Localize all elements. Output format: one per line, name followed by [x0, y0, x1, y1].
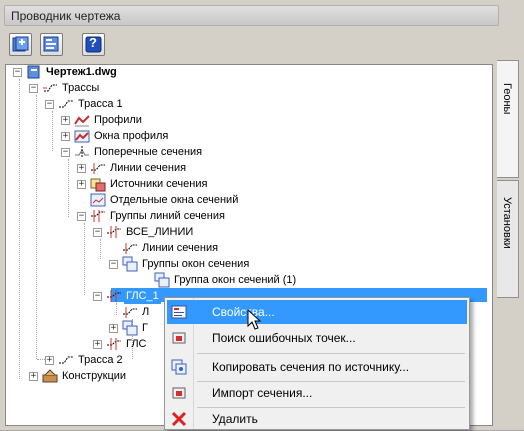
- sample-line-groups-icon: [91, 210, 105, 222]
- menu-item-find-errors[interactable]: Поиск ошибочных точек...: [167, 326, 467, 350]
- drawing-explorer-panel: Проводник чертежа ? − Чертеж1.dwg − Трас…: [0, 0, 524, 430]
- profiles-icon: [74, 115, 90, 127]
- menu-item-import-section[interactable]: Импорт сечения...: [167, 381, 467, 405]
- expand-toggle[interactable]: +: [29, 372, 38, 381]
- new-drawing-icon: [12, 36, 29, 52]
- side-tabs: Геоны Установки: [497, 30, 524, 430]
- expand-toggle[interactable]: +: [61, 116, 70, 125]
- expand-toggle[interactable]: +: [61, 132, 70, 141]
- collapse-toggle[interactable]: −: [93, 292, 102, 301]
- panel-titlebar: Проводник чертежа: [4, 5, 499, 26]
- context-menu: Свойства... Поиск ошибочных точек... Коп…: [164, 297, 470, 430]
- tab-settings[interactable]: Установки: [497, 180, 519, 298]
- sample-lines-icon: [123, 307, 137, 318]
- profile-views-icon: [74, 130, 90, 143]
- find-errors-icon: [172, 332, 186, 344]
- menu-item-copy-sections[interactable]: Копировать сечения по источнику...: [167, 355, 467, 379]
- collapse-toggle[interactable]: −: [109, 260, 118, 269]
- sample-line-group-icon: [107, 226, 121, 238]
- section-view-group-icon: [154, 272, 170, 288]
- sample-lines-icon: [91, 163, 105, 174]
- import-section-icon: [172, 387, 186, 399]
- help-button[interactable]: ?: [82, 33, 105, 56]
- section-view-groups-icon: [122, 320, 138, 336]
- expand-toggle[interactable]: +: [77, 180, 86, 189]
- panel-title: Проводник чертежа: [11, 9, 121, 23]
- expand-toggle[interactable]: +: [93, 340, 102, 349]
- expand-toggle[interactable]: +: [77, 164, 86, 173]
- expand-toggle[interactable]: +: [45, 356, 54, 365]
- sample-lines-icon: [123, 243, 137, 254]
- alignment-icon: [59, 100, 73, 108]
- new-drawing-button[interactable]: [9, 33, 32, 56]
- section-views-icon: [90, 193, 106, 207]
- section-sources-icon: [90, 178, 106, 192]
- alignments-icon: [43, 84, 57, 92]
- tab-geons[interactable]: Геоны: [497, 60, 519, 178]
- toolbar: ?: [4, 30, 497, 60]
- sample-line-group-icon: [107, 338, 121, 350]
- properties-icon: [171, 305, 187, 319]
- copy-sections-icon: [171, 359, 187, 375]
- cross-sections-icon: [75, 146, 89, 158]
- collapse-toggle[interactable]: −: [13, 68, 22, 77]
- collapse-toggle[interactable]: −: [29, 84, 38, 93]
- menu-item-properties[interactable]: Свойства...: [167, 300, 467, 324]
- structures-icon: [42, 369, 58, 383]
- tab-settings-label: Установки: [501, 197, 513, 249]
- menu-item-delete[interactable]: Удалить: [167, 407, 467, 431]
- alignment-icon: [59, 356, 73, 364]
- mouse-cursor-icon: [247, 309, 262, 330]
- delete-icon: [171, 411, 187, 427]
- collapse-toggle[interactable]: −: [45, 100, 54, 109]
- drawing-file-icon: [27, 65, 40, 79]
- sample-line-group-icon: [107, 290, 121, 302]
- help-glyph: ?: [89, 35, 97, 50]
- section-view-groups-icon: [122, 256, 138, 272]
- expand-toggle[interactable]: +: [109, 324, 118, 333]
- tab-geons-label: Геоны: [501, 83, 513, 115]
- collapse-toggle[interactable]: −: [61, 148, 70, 157]
- collapse-toggle[interactable]: −: [77, 212, 86, 221]
- drawing-settings-icon: [43, 36, 59, 52]
- drawing-settings-button[interactable]: [40, 33, 63, 56]
- collapse-toggle[interactable]: −: [93, 228, 102, 237]
